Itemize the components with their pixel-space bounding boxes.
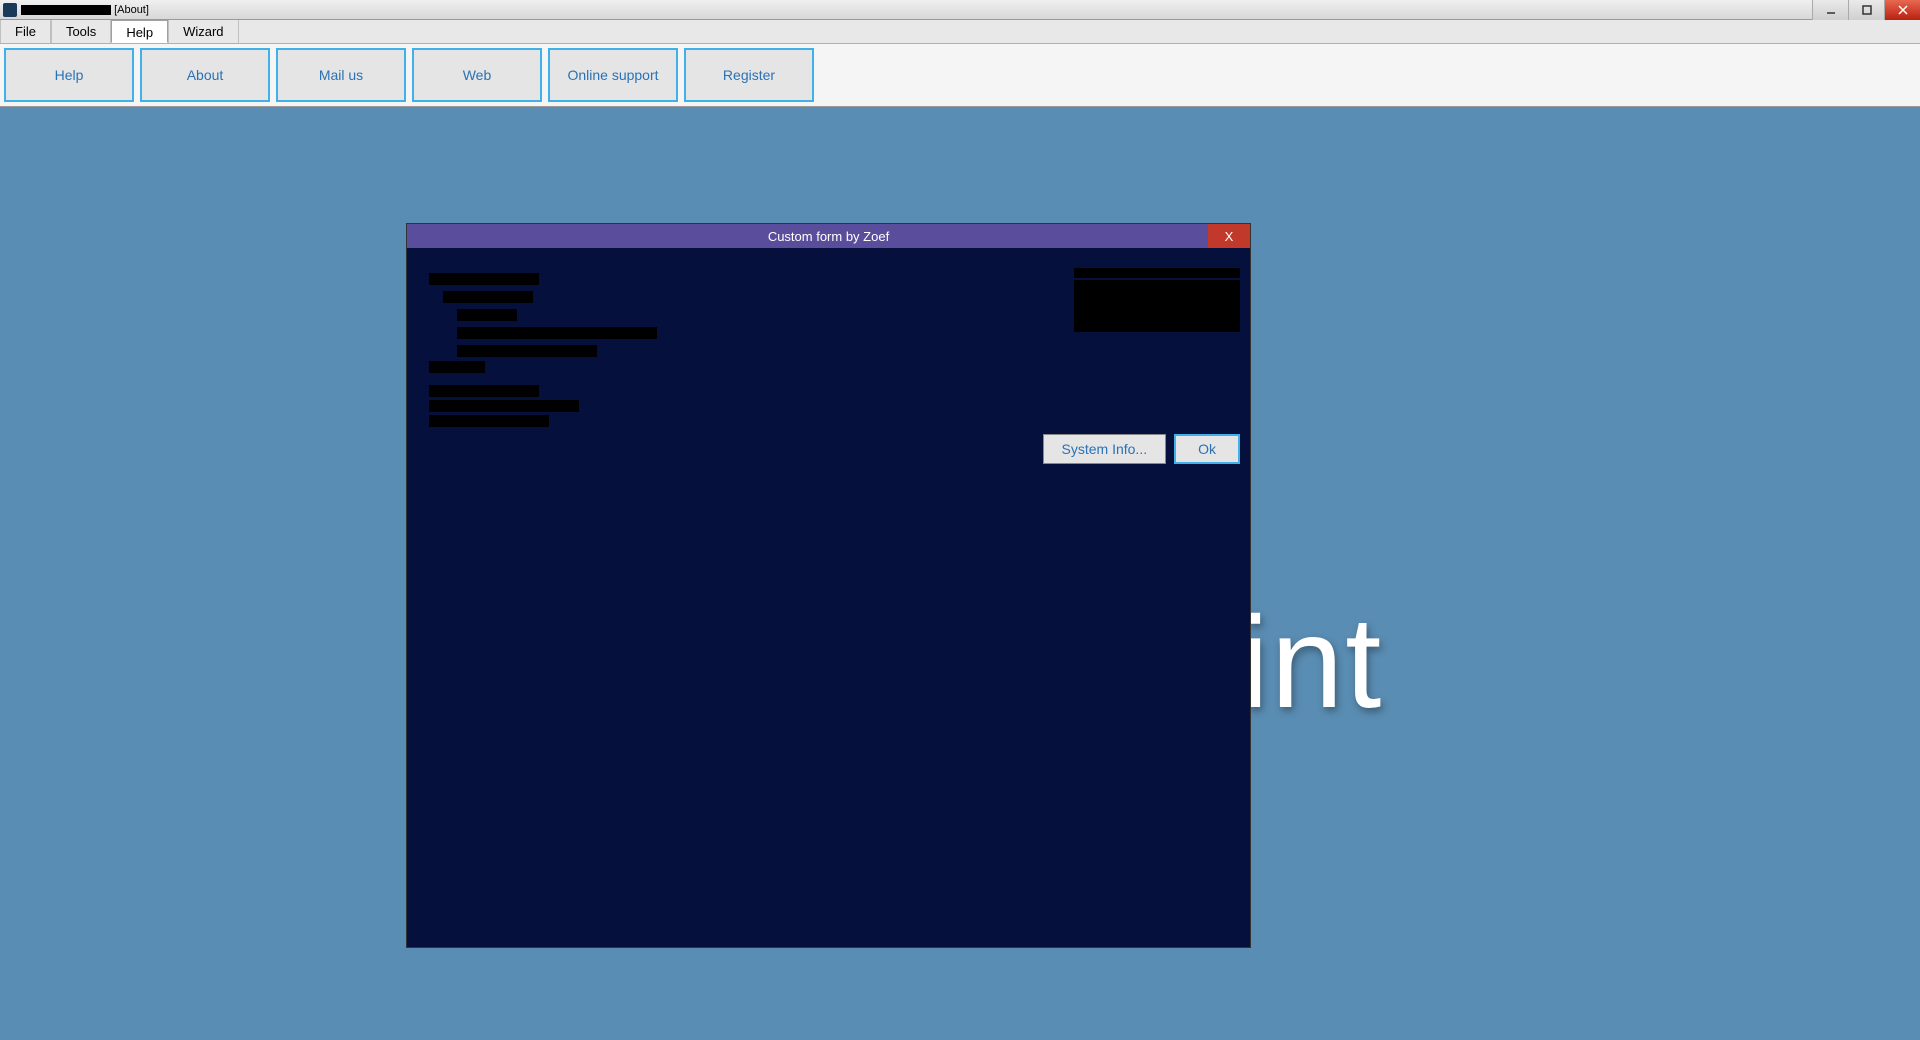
dialog-close-button[interactable]: X: [1208, 224, 1250, 248]
background-watermark-text: int: [1240, 587, 1383, 737]
ribbon-mailus-button[interactable]: Mail us: [276, 48, 406, 102]
dialog-button-row: System Info... Ok: [1043, 434, 1240, 464]
menu-help[interactable]: Help: [111, 20, 168, 43]
ribbon-about-button[interactable]: About: [140, 48, 270, 102]
dialog-titlebar[interactable]: Custom form by Zoef X: [407, 224, 1250, 248]
ribbon-toolbar: Help About Mail us Web Online support Re…: [0, 44, 1920, 107]
about-credits-block: [429, 358, 689, 427]
ribbon-onlinesupport-button[interactable]: Online support: [548, 48, 678, 102]
system-info-button[interactable]: System Info...: [1043, 434, 1167, 464]
menu-wizard[interactable]: Wizard: [168, 20, 238, 43]
about-side-panel: [1074, 266, 1240, 332]
about-dialog: Custom form by Zoef X Sy: [407, 224, 1250, 947]
ribbon-register-button[interactable]: Register: [684, 48, 814, 102]
ribbon-help-button[interactable]: Help: [4, 48, 134, 102]
menu-tools[interactable]: Tools: [51, 20, 111, 43]
dialog-title-text: Custom form by Zoef: [768, 229, 889, 244]
ok-button[interactable]: Ok: [1174, 434, 1240, 464]
menu-file[interactable]: File: [0, 20, 51, 43]
workspace: int Custom form by Zoef X: [0, 107, 1920, 1040]
minimize-button[interactable]: [1812, 0, 1848, 20]
app-icon: [3, 3, 17, 17]
ribbon-web-button[interactable]: Web: [412, 48, 542, 102]
window-title: [About]: [21, 4, 149, 16]
maximize-button[interactable]: [1848, 0, 1884, 20]
window-titlebar: [About]: [0, 0, 1920, 20]
close-button[interactable]: [1884, 0, 1920, 20]
about-info-block: [429, 270, 769, 360]
menu-bar: File Tools Help Wizard: [0, 20, 1920, 44]
